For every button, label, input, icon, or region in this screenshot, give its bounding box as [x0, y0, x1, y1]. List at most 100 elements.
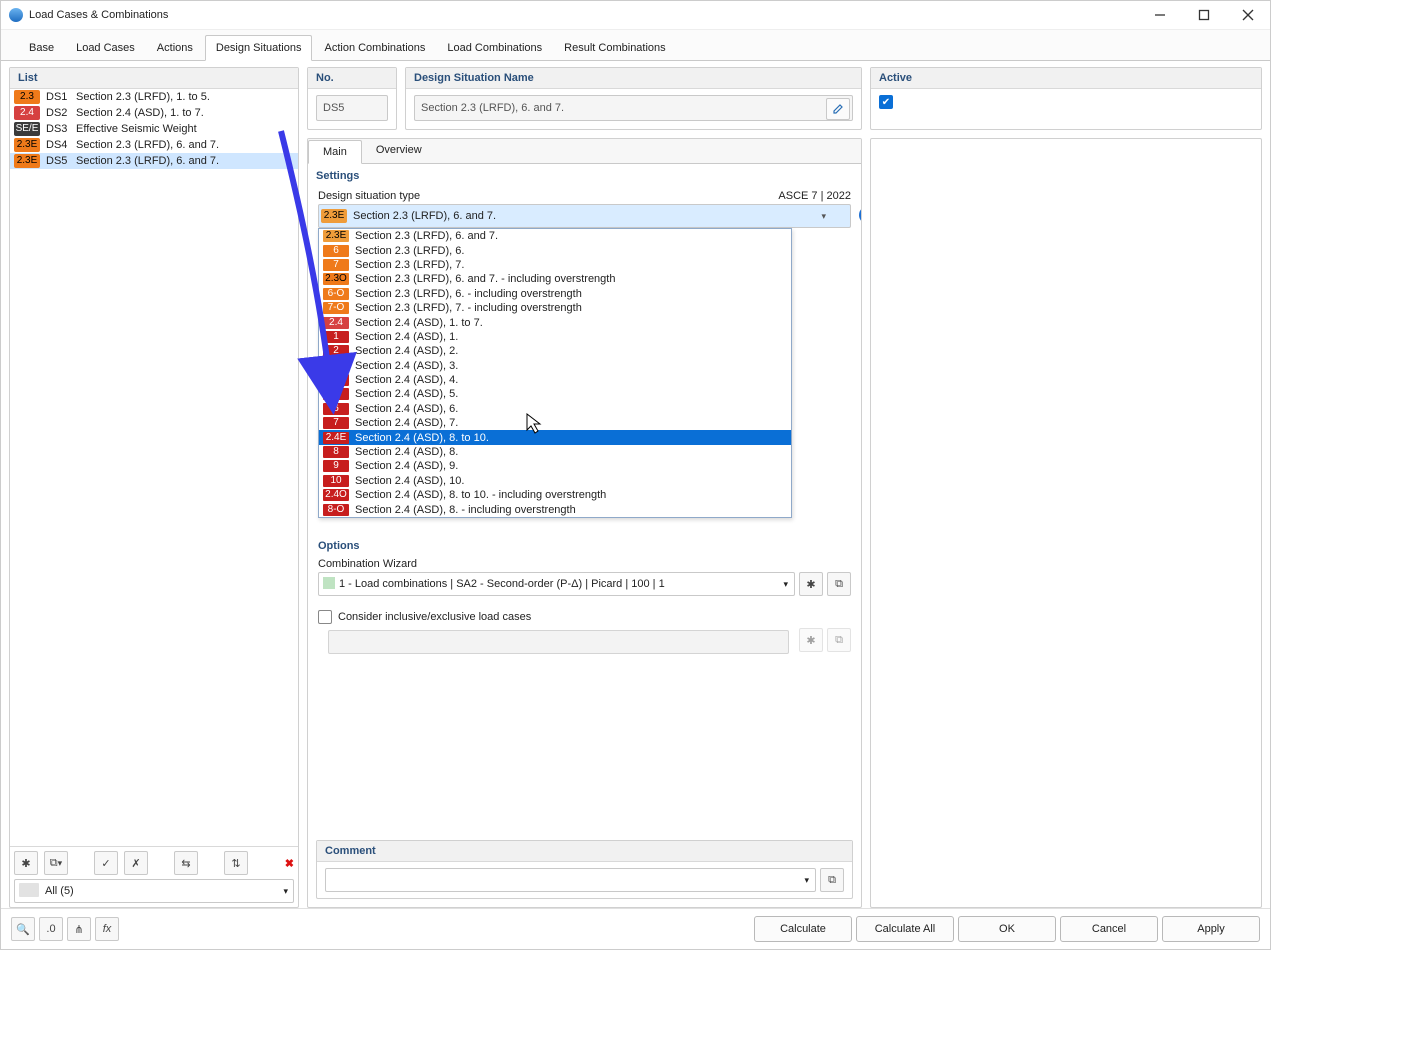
sort-button[interactable]: ⇅ — [224, 851, 248, 875]
badge: 5 — [323, 388, 349, 400]
situation-type-combo[interactable]: 2.3E Section 2.3 (LRFD), 6. and 7. ▾ — [318, 204, 851, 228]
situations-list[interactable]: 2.3DS1Section 2.3 (LRFD), 1. to 5.2.4DS2… — [10, 89, 298, 846]
help-button[interactable]: 🔍 — [11, 917, 35, 941]
list-item[interactable]: 2.3DS1Section 2.3 (LRFD), 1. to 5. — [10, 89, 298, 105]
edit-name-button[interactable] — [826, 98, 850, 120]
option-label: Section 2.3 (LRFD), 6. — [355, 245, 464, 257]
dropdown-option[interactable]: 2.4Section 2.4 (ASD), 1. to 7. — [319, 315, 791, 329]
ds-id: DS1 — [46, 91, 76, 103]
option-label: Section 2.3 (LRFD), 6. and 7. - includin… — [355, 273, 615, 285]
dropdown-option[interactable]: 8-OSection 2.4 (ASD), 8. - including ove… — [319, 502, 791, 516]
function-button[interactable]: fx — [95, 917, 119, 941]
cancel-button[interactable]: Cancel — [1060, 916, 1158, 942]
units-button[interactable]: .0 — [39, 917, 63, 941]
dropdown-option[interactable]: 9Section 2.4 (ASD), 9. — [319, 459, 791, 473]
list-item[interactable]: 2.3EDS4Section 2.3 (LRFD), 6. and 7. — [10, 137, 298, 153]
uncheck-button[interactable]: ✗ — [124, 851, 148, 875]
list-item[interactable]: SE/EDS3Effective Seismic Weight — [10, 121, 298, 137]
calculate-button[interactable]: Calculate — [754, 916, 852, 942]
tab-result-combinations[interactable]: Result Combinations — [554, 36, 676, 60]
option-label: Section 2.4 (ASD), 9. — [355, 460, 458, 472]
badge: 2.4 — [14, 106, 40, 120]
chevron-down-icon: ▾ — [283, 886, 288, 897]
dropdown-option[interactable]: 2.3ESection 2.3 (LRFD), 6. and 7. — [319, 229, 791, 243]
tab-action-combinations[interactable]: Action Combinations — [314, 36, 435, 60]
filter-swatch-icon — [19, 883, 39, 897]
badge: 2.3E — [321, 209, 347, 223]
dropdown-option[interactable]: 6Section 2.4 (ASD), 6. — [319, 402, 791, 416]
badge: 3 — [323, 360, 349, 372]
delete-button[interactable]: ✖ — [285, 857, 294, 870]
option-label: Section 2.4 (ASD), 8. - including overst… — [355, 504, 576, 516]
dropdown-option[interactable]: 10Section 2.4 (ASD), 10. — [319, 474, 791, 488]
dropdown-option[interactable]: 6Section 2.3 (LRFD), 6. — [319, 243, 791, 257]
dropdown-option[interactable]: 8Section 2.4 (ASD), 8. — [319, 445, 791, 459]
list-item[interactable]: 2.3EDS5Section 2.3 (LRFD), 6. and 7. — [10, 153, 298, 169]
dropdown-option[interactable]: 7Section 2.4 (ASD), 7. — [319, 416, 791, 430]
tab-overview[interactable]: Overview — [362, 139, 436, 163]
new-button[interactable]: ✱ — [14, 851, 38, 875]
tab-load-combinations[interactable]: Load Combinations — [437, 36, 552, 60]
combination-wizard-label: Combination Wizard — [308, 554, 861, 572]
calculate-all-button[interactable]: Calculate All — [856, 916, 954, 942]
info-button[interactable]: i — [859, 206, 862, 224]
badge: 4 — [323, 374, 349, 386]
badge: 2.4O — [323, 489, 349, 501]
option-label: Section 2.4 (ASD), 8. to 10. - including… — [355, 489, 606, 501]
tab-base[interactable]: Base — [19, 36, 64, 60]
dropdown-option[interactable]: 7-OSection 2.3 (LRFD), 7. - including ov… — [319, 301, 791, 315]
no-field: DS5 — [316, 95, 388, 121]
name-field[interactable]: Section 2.3 (LRFD), 6. and 7. — [414, 95, 853, 121]
tab-actions[interactable]: Actions — [147, 36, 203, 60]
link-button[interactable]: ⇆ — [174, 851, 198, 875]
dropdown-option[interactable]: 2.4E Section 2.4 (ASD), 8. to 10. — [319, 430, 791, 444]
dropdown-option[interactable]: 3 Section 2.4 (ASD), 3. — [319, 359, 791, 373]
combination-wizard-combo[interactable]: 1 - Load combinations | SA2 - Second-ord… — [318, 572, 795, 596]
wizard-new-button[interactable]: ✱ — [799, 572, 823, 596]
close-button[interactable] — [1226, 1, 1270, 29]
minimize-button[interactable] — [1138, 1, 1182, 29]
situation-type-dropdown[interactable]: 2.3ESection 2.3 (LRFD), 6. and 7.6Sectio… — [318, 228, 792, 518]
active-checkbox[interactable]: ✔ — [879, 95, 893, 109]
ds-id: DS5 — [46, 155, 76, 167]
tab-design-situations[interactable]: Design Situations — [205, 35, 313, 61]
ok-button[interactable]: OK — [958, 916, 1056, 942]
option-label: Section 2.4 (ASD), 8. to 10. — [355, 432, 489, 444]
option-label: Section 2.3 (LRFD), 7. - including overs… — [355, 302, 582, 314]
badge: 10 — [323, 475, 349, 487]
dropdown-option[interactable]: 6-OSection 2.3 (LRFD), 6. - including ov… — [319, 287, 791, 301]
option-label: Section 2.4 (ASD), 3. — [355, 360, 458, 372]
apply-button[interactable]: Apply — [1162, 916, 1260, 942]
dropdown-option[interactable]: 2Section 2.4 (ASD), 2. — [319, 344, 791, 358]
copy-button[interactable]: ⧉▾ — [44, 851, 68, 875]
tab-main[interactable]: Main — [308, 140, 362, 164]
badge: 2.4E — [323, 432, 349, 444]
tree-button[interactable]: ⋔ — [67, 917, 91, 941]
option-label: Section 2.4 (ASD), 7. — [355, 417, 458, 429]
ds-name: Section 2.3 (LRFD), 6. and 7. — [76, 155, 219, 167]
dropdown-option[interactable]: 4Section 2.4 (ASD), 4. — [319, 373, 791, 387]
inclusive-exclusive-checkbox[interactable] — [318, 610, 332, 624]
comment-library-button[interactable]: ⧉ — [820, 868, 844, 892]
list-item[interactable]: 2.4DS2Section 2.4 (ASD), 1. to 7. — [10, 105, 298, 121]
type-code: ASCE 7 | 2022 — [778, 190, 851, 202]
ds-name: Section 2.3 (LRFD), 1. to 5. — [76, 91, 210, 103]
situation-type-value: Section 2.3 (LRFD), 6. and 7. — [353, 210, 496, 222]
comment-field[interactable]: ▾ — [325, 868, 816, 892]
dropdown-option[interactable]: 2.3OSection 2.3 (LRFD), 6. and 7. - incl… — [319, 272, 791, 286]
no-header: No. — [308, 68, 396, 89]
right-panel-empty — [870, 138, 1262, 908]
check-button[interactable]: ✓ — [94, 851, 118, 875]
maximize-button[interactable] — [1182, 1, 1226, 29]
tab-load-cases[interactable]: Load Cases — [66, 36, 145, 60]
option-label: Section 2.3 (LRFD), 6. and 7. — [355, 230, 498, 242]
dropdown-option[interactable]: 2.4O Section 2.4 (ASD), 8. to 10. - inclu… — [319, 488, 791, 502]
dropdown-option[interactable]: 5Section 2.4 (ASD), 5. — [319, 387, 791, 401]
wizard-edit-button[interactable]: ⧉ — [827, 572, 851, 596]
badge: SE/E — [14, 122, 40, 136]
badge: 1 — [323, 331, 349, 343]
badge: 2.3E — [14, 138, 40, 152]
dropdown-option[interactable]: 7Section 2.3 (LRFD), 7. — [319, 258, 791, 272]
filter-combo[interactable]: All (5) ▾ — [14, 879, 294, 903]
dropdown-option[interactable]: 1Section 2.4 (ASD), 1. — [319, 330, 791, 344]
